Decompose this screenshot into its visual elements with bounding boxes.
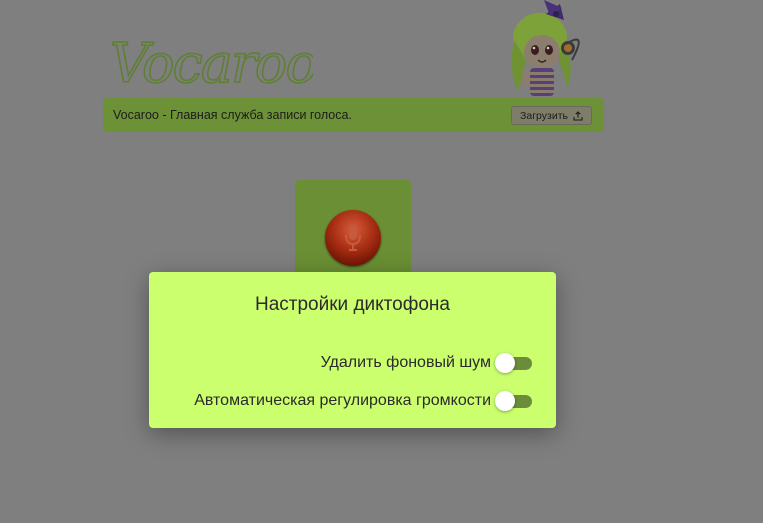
- microphone-icon: [345, 225, 361, 251]
- setting-label: Автоматическая регулировка громкости: [194, 392, 491, 409]
- auto-gain-toggle[interactable]: [495, 391, 532, 411]
- upload-button[interactable]: Загрузить: [511, 106, 592, 125]
- toggle-thumb: [495, 353, 515, 373]
- record-button[interactable]: [325, 210, 381, 266]
- setting-label: Удалить фоновый шум: [320, 354, 491, 371]
- svg-text:Vocaroo: Vocaroo: [110, 32, 313, 95]
- vocaroo-logo[interactable]: Vocaroo: [108, 20, 313, 100]
- mascot-image: [511, 0, 580, 96]
- upload-icon: [573, 110, 583, 121]
- upload-button-label: Загрузить: [520, 109, 568, 122]
- recorder-settings-dialog: Настройки диктофона Удалить фоновый шум …: [149, 272, 556, 428]
- setting-auto-gain: Автоматическая регулировка громкости: [194, 390, 532, 412]
- noise-removal-toggle[interactable]: [495, 353, 532, 373]
- setting-noise-removal: Удалить фоновый шум: [320, 352, 532, 374]
- toggle-thumb: [495, 391, 515, 411]
- dialog-title: Настройки диктофона: [255, 294, 450, 315]
- header-bar: Vocaroo - Главная служба записи голоса. …: [103, 98, 604, 132]
- page: Vocaroo Vocaroo - Главная служба записи …: [0, 0, 763, 523]
- header-tagline: Vocaroo - Главная служба записи голоса.: [113, 108, 352, 122]
